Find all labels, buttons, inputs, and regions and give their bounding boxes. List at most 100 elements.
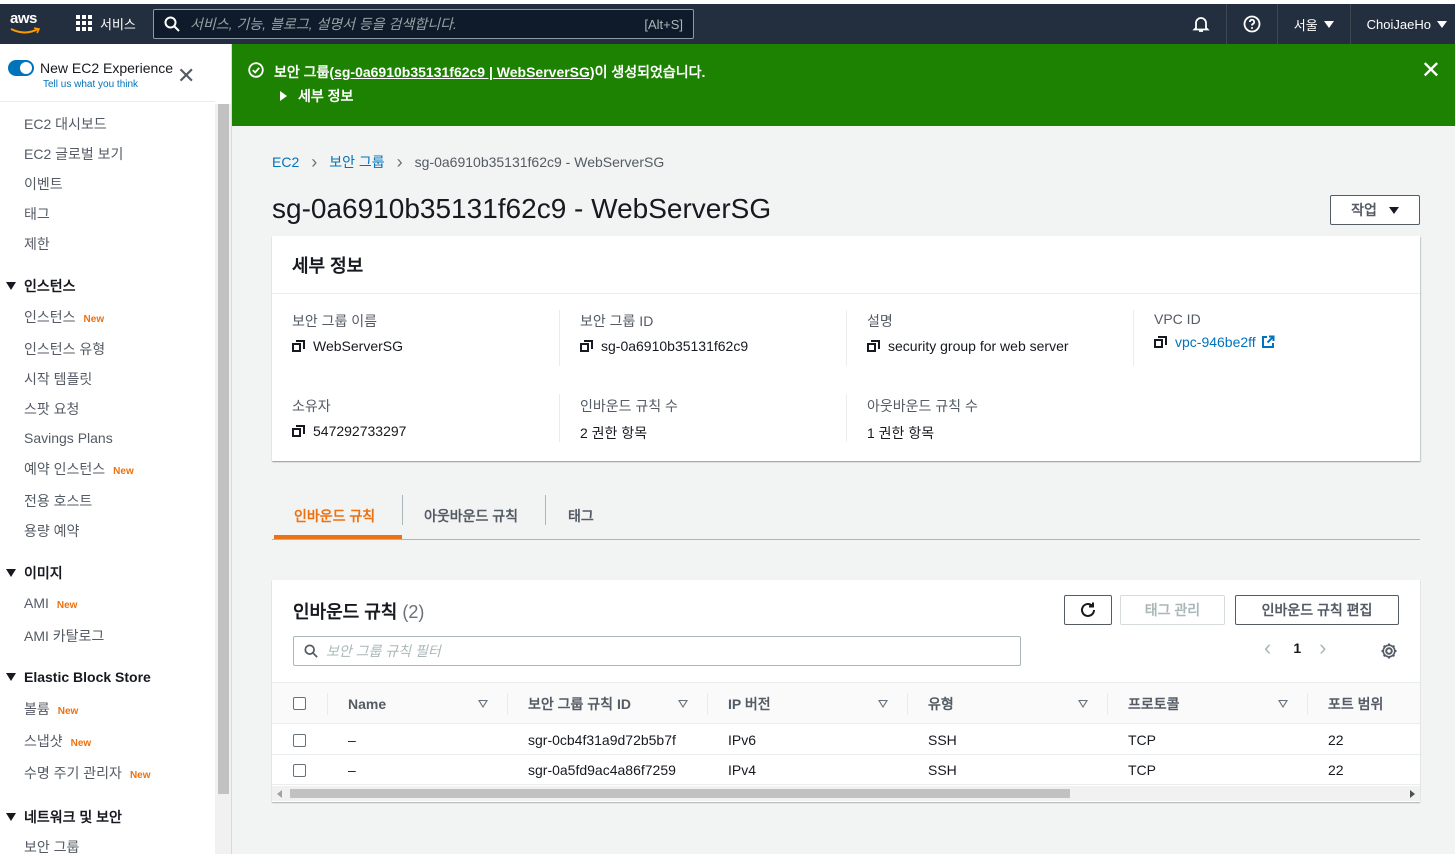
col-port-range[interactable]: 포트 범위 <box>1328 683 1383 725</box>
sort-icon[interactable] <box>1078 700 1088 708</box>
nav-ec2-dashboard[interactable]: EC2 대시보드 <box>24 114 107 134</box>
notifications-button[interactable] <box>1176 4 1226 44</box>
nav-snapshots[interactable]: 스냅샷 New <box>24 731 91 751</box>
chevron-right-icon[interactable]: › <box>1319 637 1326 659</box>
inbound-count-value: 2 권한 항목 <box>580 425 648 441</box>
nav-instance-types[interactable]: 인스턴스 유형 <box>24 339 105 359</box>
rules-title-text: 인바운드 규칙 <box>293 602 398 622</box>
copy-icon[interactable] <box>867 339 880 353</box>
sort-icon[interactable] <box>878 700 888 708</box>
rules-filter[interactable] <box>293 636 1021 666</box>
new-badge: New <box>113 466 134 477</box>
section-title: 이미지 <box>24 565 63 581</box>
global-search[interactable]: [Alt+S] <box>153 9 694 39</box>
region-selector[interactable]: 서울 <box>1276 4 1350 44</box>
nav-label: 볼륨 <box>24 701 50 717</box>
feedback-link[interactable]: Tell us what you think <box>43 79 138 90</box>
copy-icon[interactable] <box>1154 335 1167 349</box>
column-divider <box>907 693 908 715</box>
divider <box>846 310 847 366</box>
nav-section-images[interactable]: 이미지 <box>6 563 63 583</box>
edit-inbound-rules-button[interactable]: 인바운드 규칙 편집 <box>1235 595 1399 625</box>
nav-section-instances[interactable]: 인스턴스 <box>6 276 76 296</box>
column-divider <box>1307 693 1308 715</box>
nav-ami[interactable]: AMI New <box>24 595 77 611</box>
select-all-checkbox[interactable] <box>293 697 306 710</box>
sort-icon[interactable] <box>478 700 488 708</box>
current-page[interactable]: 1 <box>1293 640 1301 656</box>
account-menu[interactable]: ChoiJaeHo <box>1349 4 1455 44</box>
services-menu-button[interactable]: 서비스 <box>76 12 136 34</box>
help-button[interactable] <box>1225 4 1277 44</box>
nav-limits[interactable]: 제한 <box>24 234 50 254</box>
tab-divider <box>402 495 403 525</box>
aws-logo[interactable]: aws <box>10 10 44 36</box>
manage-tags-button[interactable]: 태그 관리 <box>1120 595 1225 625</box>
settings-gear-icon[interactable] <box>1380 642 1398 660</box>
nav-section-network-security[interactable]: 네트워크 및 보안 <box>6 807 122 827</box>
new-badge: New <box>56 600 78 611</box>
copy-icon[interactable] <box>292 339 305 353</box>
search-input[interactable] <box>190 16 645 32</box>
nav-capacity-reservations[interactable]: 용량 예약 <box>24 521 79 541</box>
col-ip-version[interactable]: IP 버전 <box>728 683 771 725</box>
sidebar-scrollbar-thumb[interactable] <box>218 104 229 794</box>
chevron-left-icon[interactable]: ‹ <box>1264 637 1271 659</box>
tab-inbound-rules[interactable]: 인바운드 규칙 <box>294 493 375 539</box>
cell-rule-id: sgr-0cb4f31a9d72b5b7f <box>528 732 676 748</box>
table-row[interactable]: – sgr-0a5fd9ac4a86f7259 IPv4 SSH TCP 22 <box>272 755 1420 785</box>
copy-icon[interactable] <box>580 339 593 353</box>
nav-events[interactable]: 이벤트 <box>24 174 63 194</box>
new-experience-toggle[interactable] <box>8 60 34 76</box>
breadcrumb-security-groups[interactable]: 보안 그룹 <box>329 152 384 172</box>
nav-reserved-instances[interactable]: 예약 인스턴스 New <box>24 459 134 479</box>
nav-ami-catalog[interactable]: AMI 카탈로그 <box>24 626 104 646</box>
sort-icon[interactable] <box>678 700 688 708</box>
rules-filter-input[interactable] <box>326 643 1020 659</box>
scroll-right-arrow-icon[interactable] <box>1410 790 1415 798</box>
nav-volumes[interactable]: 볼륨 New <box>24 699 78 719</box>
breadcrumb-ec2[interactable]: EC2 <box>272 154 299 170</box>
nav-label: AMI <box>24 595 49 611</box>
inbound-rules-title: 인바운드 규칙 (2) <box>293 598 424 624</box>
tab-outbound-rules[interactable]: 아웃바운드 규칙 <box>424 493 518 539</box>
scroll-left-arrow-icon[interactable] <box>277 790 282 798</box>
row-checkbox[interactable] <box>293 734 306 747</box>
actions-dropdown-button[interactable]: 작업 <box>1330 195 1420 225</box>
row-checkbox[interactable] <box>293 764 306 777</box>
nav-section-ebs[interactable]: Elastic Block Store <box>6 669 151 685</box>
nav-tags[interactable]: 태그 <box>24 204 50 224</box>
table-row[interactable]: – sgr-0cb4f31a9d72b5b7f IPv6 SSH TCP 22 <box>272 725 1420 755</box>
table-horizontal-scrollbar[interactable] <box>272 786 1420 801</box>
aws-logo-text: aws <box>10 10 37 27</box>
nav-security-groups[interactable]: 보안 그룹 <box>24 837 79 854</box>
close-icon[interactable]: ✕ <box>177 65 195 87</box>
nav-instances[interactable]: 인스턴스 New <box>24 307 104 327</box>
cell-port-range: 22 <box>1328 762 1344 778</box>
col-protocol[interactable]: 프로토콜 <box>1128 683 1180 725</box>
nav-lifecycle-manager[interactable]: 수명 주기 관리자 New <box>24 763 151 783</box>
flash-details-toggle[interactable]: 세부 정보 <box>280 86 353 106</box>
vpc-id-link[interactable]: vpc-946be2ff <box>1175 334 1256 350</box>
col-name[interactable]: Name <box>348 683 386 725</box>
external-link-icon[interactable] <box>1261 335 1275 349</box>
col-rule-id[interactable]: 보안 그룹 규칙 ID <box>528 683 631 725</box>
nav-launch-templates[interactable]: 시작 템플릿 <box>24 369 92 389</box>
cell-rule-id: sgr-0a5fd9ac4a86f7259 <box>528 762 676 778</box>
refresh-button[interactable] <box>1064 595 1112 625</box>
nav-ec2-global-view[interactable]: EC2 글로벌 보기 <box>24 144 123 164</box>
help-icon <box>1243 15 1261 33</box>
flash-details-label: 세부 정보 <box>298 88 354 104</box>
cell-protocol: TCP <box>1128 762 1156 778</box>
copy-icon[interactable] <box>292 424 305 438</box>
scrollbar-thumb[interactable] <box>290 789 1070 798</box>
nav-savings-plans[interactable]: Savings Plans <box>24 430 113 446</box>
close-icon[interactable]: ✕ <box>1421 59 1441 83</box>
sort-icon[interactable] <box>1278 700 1288 708</box>
flash-sg-link[interactable]: sg-0a6910b35131f62c9 | WebServerSG <box>334 64 590 80</box>
divider <box>1133 310 1134 366</box>
tab-tags[interactable]: 태그 <box>568 493 594 539</box>
nav-spot-requests[interactable]: 스팟 요청 <box>24 399 79 419</box>
col-type[interactable]: 유형 <box>928 683 954 725</box>
nav-dedicated-hosts[interactable]: 전용 호스트 <box>24 491 92 511</box>
